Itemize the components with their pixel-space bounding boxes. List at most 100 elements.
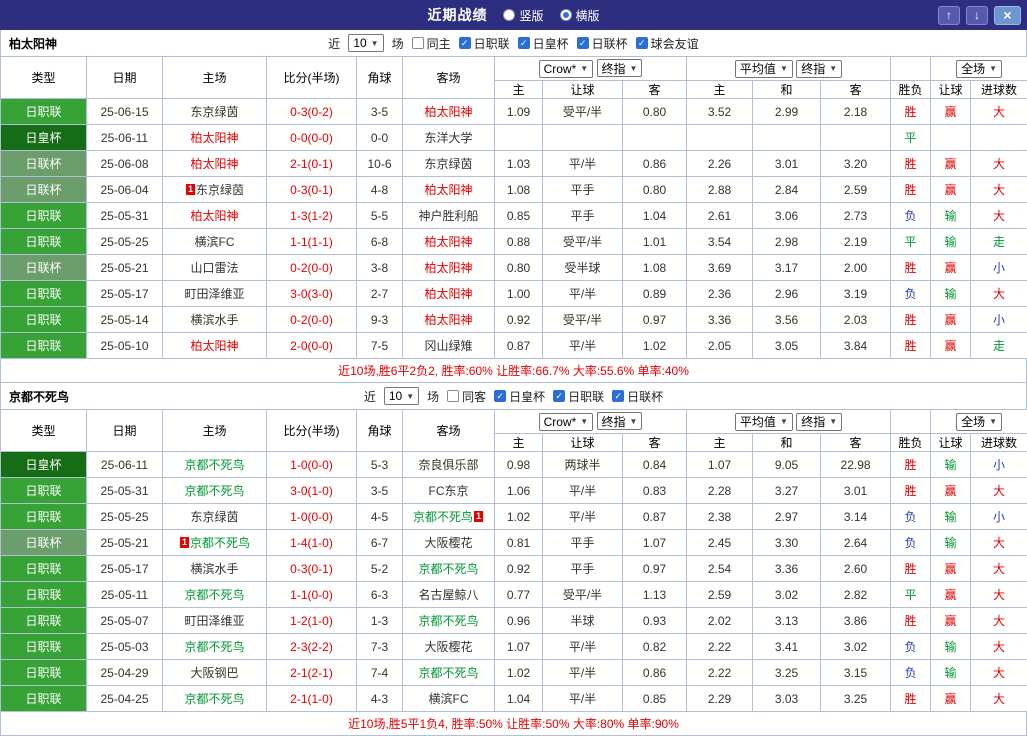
score-cell[interactable]: 2-0(0-0): [267, 333, 357, 359]
results-table: 类型 日期 主场 比分(半场) 角球 客场 Crow*▼ 终指▼ 平均值▼ 终指…: [0, 56, 1027, 359]
away-team-cell[interactable]: 京都不死鸟: [403, 608, 495, 634]
home-team-cell[interactable]: 东京绿茵: [163, 504, 267, 530]
score-cell[interactable]: 1-2(1-0): [267, 608, 357, 634]
away-team-cell[interactable]: 东洋大学: [403, 125, 495, 151]
euro-company-select[interactable]: 平均值▼: [735, 60, 793, 78]
asia-away-odds-cell: 0.86: [623, 660, 687, 686]
league-filter-label: 日职联: [568, 388, 604, 405]
asia-stage-select[interactable]: 终指▼: [597, 412, 643, 430]
away-team-cell[interactable]: 名古屋鲸八: [403, 582, 495, 608]
away-team-cell[interactable]: 神户胜利船: [403, 203, 495, 229]
home-team-cell[interactable]: 柏太阳神: [163, 203, 267, 229]
home-team-cell[interactable]: 京都不死鸟: [163, 582, 267, 608]
scope-select[interactable]: 全场▼: [956, 413, 1002, 431]
date-cell: 25-05-31: [87, 478, 163, 504]
home-team-cell[interactable]: 山口雷法: [163, 255, 267, 281]
away-team-cell[interactable]: 横滨FC: [403, 686, 495, 712]
league-filter-checkbox[interactable]: ✓日皇杯: [494, 388, 545, 405]
team-name: 京都不死鸟: [190, 536, 250, 550]
league-filter-checkbox[interactable]: ✓日职联: [459, 35, 510, 52]
home-team-cell[interactable]: 柏太阳神: [163, 333, 267, 359]
score-cell[interactable]: 0-3(0-2): [267, 99, 357, 125]
asia-company-select[interactable]: Crow*▼: [539, 413, 594, 431]
asia-company-select[interactable]: Crow*▼: [539, 60, 594, 78]
league-filter-checkbox[interactable]: ✓球会友谊: [636, 35, 699, 52]
recent-count-select[interactable]: 10▼: [384, 387, 419, 405]
away-team-cell[interactable]: 柏太阳神: [403, 177, 495, 203]
score-cell[interactable]: 1-0(0-0): [267, 452, 357, 478]
same-venue-checkbox[interactable]: 同主: [412, 35, 451, 52]
home-team-cell[interactable]: 町田泽维亚: [163, 608, 267, 634]
score-cell[interactable]: 3-0(1-0): [267, 478, 357, 504]
move-up-button[interactable]: ↑: [938, 6, 960, 25]
home-team-cell[interactable]: 京都不死鸟: [163, 634, 267, 660]
away-team-cell[interactable]: 柏太阳神: [403, 281, 495, 307]
score-cell[interactable]: 2-3(2-2): [267, 634, 357, 660]
score-cell[interactable]: 1-3(1-2): [267, 203, 357, 229]
away-team-cell[interactable]: 京都不死鸟1: [403, 504, 495, 530]
league-filter-checkbox[interactable]: ✓日联杯: [612, 388, 663, 405]
same-venue-checkbox[interactable]: 同客: [447, 388, 486, 405]
away-team-cell[interactable]: 大阪樱花: [403, 530, 495, 556]
away-team-cell[interactable]: 柏太阳神: [403, 255, 495, 281]
euro-company-select[interactable]: 平均值▼: [735, 413, 793, 431]
asia-away-odds-cell: 1.02: [623, 333, 687, 359]
match-row: 日职联25-05-14横滨水手0-2(0-0)9-3柏太阳神0.92受平/半0.…: [1, 307, 1027, 333]
score-cell[interactable]: 1-0(0-0): [267, 504, 357, 530]
recent-count-select[interactable]: 10▼: [348, 34, 383, 52]
away-team-cell[interactable]: FC东京: [403, 478, 495, 504]
home-team-cell[interactable]: 柏太阳神: [163, 151, 267, 177]
score-cell[interactable]: 2-1(1-0): [267, 686, 357, 712]
home-team-cell[interactable]: 京都不死鸟: [163, 478, 267, 504]
league-filter-checkbox[interactable]: ✓日皇杯: [518, 35, 569, 52]
away-team-cell[interactable]: 冈山绿雉: [403, 333, 495, 359]
score-cell[interactable]: 1-1(1-1): [267, 229, 357, 255]
away-team-cell[interactable]: 京都不死鸟: [403, 660, 495, 686]
euro-stage-select[interactable]: 终指▼: [796, 60, 842, 78]
home-team-cell[interactable]: 京都不死鸟: [163, 686, 267, 712]
score-cell[interactable]: 0-3(0-1): [267, 556, 357, 582]
score-cell[interactable]: 0-2(0-0): [267, 255, 357, 281]
euro-stage-value: 终指: [801, 413, 825, 430]
window-controls: ↑ ↓ ×: [938, 6, 1027, 25]
score-cell[interactable]: 1-1(0-0): [267, 582, 357, 608]
home-team-cell[interactable]: 横滨水手: [163, 556, 267, 582]
layout-radio-vertical[interactable]: 竖版: [503, 7, 543, 24]
home-team-cell[interactable]: 东京绿茵: [163, 99, 267, 125]
euro-draw-odds-cell: 3.17: [753, 255, 821, 281]
home-team-cell[interactable]: 1京都不死鸟: [163, 530, 267, 556]
away-team-cell[interactable]: 柏太阳神: [403, 229, 495, 255]
score-cell[interactable]: 1-4(1-0): [267, 530, 357, 556]
score-cell[interactable]: 2-1(2-1): [267, 660, 357, 686]
layout-radio-horizontal[interactable]: 横版: [560, 7, 600, 24]
score-cell[interactable]: 0-3(0-1): [267, 177, 357, 203]
home-team-cell[interactable]: 京都不死鸟: [163, 452, 267, 478]
home-team-cell[interactable]: 柏太阳神: [163, 125, 267, 151]
league-filter-checkbox[interactable]: ✓日职联: [553, 388, 604, 405]
home-team-cell[interactable]: 横滨FC: [163, 229, 267, 255]
euro-stage-select[interactable]: 终指▼: [796, 413, 842, 431]
move-down-button[interactable]: ↓: [966, 6, 988, 25]
away-team-cell[interactable]: 京都不死鸟: [403, 556, 495, 582]
close-button[interactable]: ×: [994, 6, 1021, 25]
league-filter-checkbox[interactable]: ✓日联杯: [577, 35, 628, 52]
asia-stage-select[interactable]: 终指▼: [597, 59, 643, 77]
away-team-cell[interactable]: 柏太阳神: [403, 99, 495, 125]
score-cell[interactable]: 0-0(0-0): [267, 125, 357, 151]
score-cell[interactable]: 3-0(3-0): [267, 281, 357, 307]
handicap-result-cell: 赢: [931, 478, 971, 504]
score-cell[interactable]: 2-1(0-1): [267, 151, 357, 177]
away-team-cell[interactable]: 大阪樱花: [403, 634, 495, 660]
away-team-cell[interactable]: 东京绿茵: [403, 151, 495, 177]
asia-home-odds-cell: 0.81: [495, 530, 543, 556]
away-team-cell[interactable]: 奈良俱乐部: [403, 452, 495, 478]
home-team-cell[interactable]: 1东京绿茵: [163, 177, 267, 203]
score-cell[interactable]: 0-2(0-0): [267, 307, 357, 333]
home-team-cell[interactable]: 大阪钢巴: [163, 660, 267, 686]
radio-selected-icon: [560, 9, 572, 21]
home-team-cell[interactable]: 町田泽维亚: [163, 281, 267, 307]
scope-select[interactable]: 全场▼: [956, 60, 1002, 78]
away-team-cell[interactable]: 柏太阳神: [403, 307, 495, 333]
home-team-cell[interactable]: 横滨水手: [163, 307, 267, 333]
asia-handicap-cell: 平/半: [543, 686, 623, 712]
